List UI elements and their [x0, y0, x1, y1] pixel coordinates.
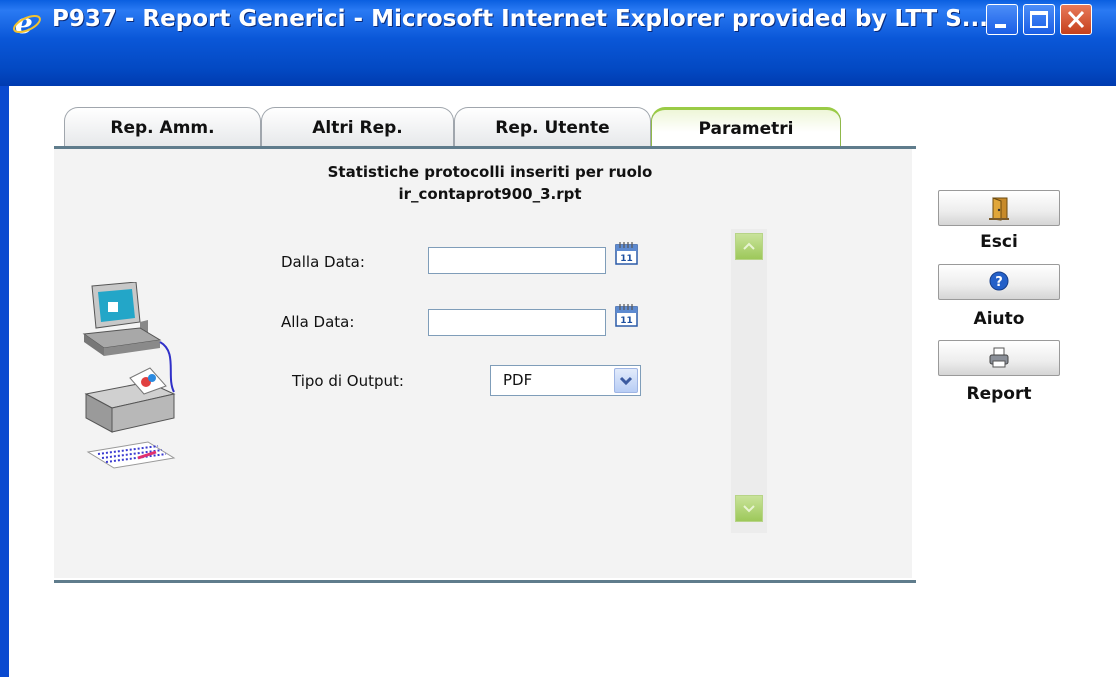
minimize-icon [995, 24, 1006, 28]
computer-printer-illustration [82, 282, 176, 469]
window-title: P937 - Report Generici - Microsoft Inter… [52, 6, 997, 32]
dalla-data-field[interactable] [428, 247, 606, 274]
aiuto-button[interactable]: ? [938, 264, 1060, 300]
tipo-output-label: Tipo di Output: [292, 372, 404, 390]
tab-rep-utente[interactable]: Rep. Utente [454, 107, 651, 147]
arrow-up-icon [743, 242, 755, 250]
report-button[interactable] [938, 340, 1060, 376]
esci-label: Esci [980, 232, 1018, 252]
title-bar: e P937 - Report Generici - Microsoft Int… [0, 0, 1116, 86]
ie-icon: e [13, 8, 41, 38]
close-icon [1067, 10, 1085, 29]
scroll-down-button[interactable] [735, 495, 763, 522]
tipo-output-value: PDF [503, 371, 533, 389]
parameters-panel [54, 149, 912, 578]
arrow-down-icon [743, 505, 755, 513]
chevron-down-icon[interactable] [614, 368, 638, 393]
report-file: ir_contaprot900_3.rpt [398, 185, 582, 203]
tab-altri-rep[interactable]: Altri Rep. [261, 107, 454, 147]
dalla-data-label: Dalla Data: [281, 253, 365, 271]
aiuto-label: Aiuto [973, 309, 1025, 329]
calendar-day: 11 [620, 316, 633, 326]
close-button[interactable] [1060, 4, 1092, 35]
esci-button[interactable] [938, 190, 1060, 226]
tipo-output-select[interactable]: PDF [490, 365, 641, 396]
tab-rep-amm[interactable]: Rep. Amm. [64, 107, 261, 147]
calendar-day: 11 [620, 254, 633, 264]
printer-icon [989, 347, 1009, 368]
calendar-icon[interactable]: 11 [614, 240, 640, 266]
alla-data-field[interactable] [428, 309, 606, 336]
calendar-icon[interactable]: 11 [614, 302, 640, 328]
maximize-button[interactable] [1023, 4, 1055, 35]
report-heading: Statistiche protocolli inseriti per ruol… [250, 161, 730, 205]
tab-parametri[interactable]: Parametri [651, 107, 841, 147]
door-exit-icon [989, 197, 1009, 221]
scroll-up-button[interactable] [735, 233, 763, 260]
window-frame [0, 86, 9, 677]
scrollbar[interactable] [731, 229, 767, 533]
alla-data-label: Alla Data: [281, 313, 355, 331]
svg-text:?: ? [995, 275, 1003, 290]
maximize-icon [1030, 11, 1048, 28]
help-icon: ? [989, 271, 1009, 291]
report-label: Report [966, 384, 1032, 404]
minimize-button[interactable] [986, 4, 1018, 35]
panel-bottom-border [54, 580, 916, 583]
report-title: Statistiche protocolli inseriti per ruol… [327, 163, 653, 181]
